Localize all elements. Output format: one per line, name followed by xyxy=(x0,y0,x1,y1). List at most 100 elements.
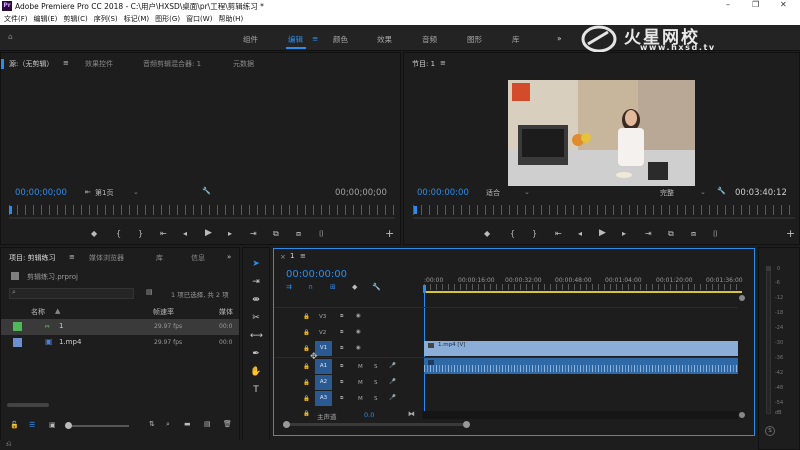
program-timecode-current[interactable]: 00:00:00:00 xyxy=(417,188,469,198)
lock-icon[interactable]: 🔒 xyxy=(303,411,310,417)
column-media-header[interactable]: 媒体 xyxy=(219,307,233,317)
ripple-edit-tool-icon[interactable]: ⇼ xyxy=(250,295,262,305)
workspace-menu-icon[interactable]: ≡ xyxy=(312,34,318,43)
tab-audio-clip-mixer[interactable]: 音频剪辑混合器: 1 xyxy=(143,59,201,69)
menu-graphics[interactable]: 图形(G) xyxy=(155,14,180,24)
sync-lock-icon[interactable]: ⧈ xyxy=(340,379,344,386)
workspace-graphics[interactable]: 图形 xyxy=(467,34,482,45)
workspace-libraries[interactable]: 库 xyxy=(512,34,520,45)
workspace-assembly[interactable]: 组件 xyxy=(243,34,258,45)
marker-icon[interactable]: ◆ xyxy=(91,229,97,238)
add-marker-icon[interactable]: ◆ xyxy=(352,283,357,291)
mute-button[interactable]: M xyxy=(358,364,363,370)
marker-icon[interactable]: ◆ xyxy=(484,229,490,238)
go-to-in-icon[interactable]: ⇤ xyxy=(555,229,562,238)
snap-icon[interactable]: ∩ xyxy=(308,283,313,291)
sync-lock-icon[interactable]: ⧈ xyxy=(340,313,344,320)
sync-lock-icon[interactable]: ⧈ xyxy=(340,345,344,352)
lock-icon[interactable]: 🔒 xyxy=(303,364,310,370)
solo-button[interactable]: S xyxy=(374,364,378,370)
item-name[interactable]: 1.mp4 xyxy=(59,338,81,346)
track-label-a1[interactable]: A1 xyxy=(315,359,332,374)
search-input[interactable] xyxy=(9,288,134,299)
lock-icon[interactable]: 🔒 xyxy=(303,314,310,320)
chevron-down-icon[interactable]: ⌄ xyxy=(700,188,706,196)
hand-tool-icon[interactable]: ✋ xyxy=(250,367,262,377)
minimize-button[interactable]: – xyxy=(726,0,730,9)
maximize-button[interactable]: ❐ xyxy=(752,0,759,9)
menu-window[interactable]: 窗口(W) xyxy=(186,14,212,24)
sort-icon[interactable]: ⇅ xyxy=(149,420,155,428)
workspace-editing[interactable]: 编辑 xyxy=(288,34,303,45)
camera-icon[interactable]: ⌷ xyxy=(713,229,718,239)
program-zoom-bar[interactable] xyxy=(413,217,795,219)
track-label-a3[interactable]: A3 xyxy=(315,391,332,406)
nest-toggle-icon[interactable]: ⇉ xyxy=(286,283,292,291)
source-go-to-prev-icon[interactable]: ⇤ xyxy=(85,188,91,196)
horizontal-scrollbar[interactable] xyxy=(7,403,49,407)
workspace-color[interactable]: 颜色 xyxy=(333,34,348,45)
lock-icon[interactable]: 🔒 xyxy=(303,330,310,336)
menu-clip[interactable]: 剪辑(C) xyxy=(63,14,87,24)
go-to-end-icon[interactable]: ⧓ xyxy=(408,410,415,418)
list-item[interactable]: ⧦ 1 29.97 fps 00:0 xyxy=(1,319,239,335)
insert-icon[interactable]: ⧉ xyxy=(273,229,279,239)
go-to-in-icon[interactable]: ⇤ xyxy=(160,229,167,238)
close-button[interactable]: ✕ xyxy=(780,0,787,9)
sync-lock-icon[interactable]: ⧈ xyxy=(340,363,344,370)
program-quality-dropdown[interactable]: 完整 xyxy=(660,188,674,198)
lift-icon[interactable]: ⧉ xyxy=(668,229,674,239)
source-time-ruler[interactable] xyxy=(9,205,395,215)
lock-icon[interactable]: 🔒 xyxy=(303,346,310,352)
track-label-v2[interactable]: V2 xyxy=(319,330,326,336)
tab-program[interactable]: 节目: 1 xyxy=(412,59,435,69)
list-view-icon[interactable]: ☰ xyxy=(29,421,35,429)
menu-marker[interactable]: 标记(M) xyxy=(124,14,150,24)
sync-lock-icon[interactable]: ⧈ xyxy=(340,395,344,402)
eye-icon[interactable]: ◉ xyxy=(356,329,361,335)
source-playhead[interactable] xyxy=(9,206,12,214)
program-time-ruler[interactable] xyxy=(413,205,795,215)
project-tab-menu-icon[interactable]: ≡ xyxy=(69,253,75,261)
source-tab-menu-icon[interactable]: ≡ xyxy=(63,59,69,67)
tab-effect-controls[interactable]: 效果控件 xyxy=(85,59,113,69)
workspace-effects[interactable]: 效果 xyxy=(377,34,392,45)
play-icon[interactable]: ▶ xyxy=(205,228,212,238)
eye-icon[interactable]: ◉ xyxy=(356,313,361,319)
column-framerate-header[interactable]: 帧速率 xyxy=(153,307,174,317)
more-tabs-icon[interactable]: » xyxy=(227,253,231,261)
work-area-bar[interactable] xyxy=(424,291,742,293)
track-label-v3[interactable]: V3 xyxy=(319,314,326,320)
add-button-icon[interactable]: + xyxy=(786,227,795,240)
lock-icon[interactable]: 🔒 xyxy=(303,396,310,402)
menu-file[interactable]: 文件(F) xyxy=(4,14,28,24)
microphone-icon[interactable]: 🎤 xyxy=(389,363,396,369)
new-bin-icon[interactable]: ▬ xyxy=(184,420,191,428)
overwrite-icon[interactable]: ⧈ xyxy=(296,229,301,239)
status-info-icon[interactable]: ⎌ xyxy=(6,440,12,449)
zoom-slider[interactable] xyxy=(65,425,129,427)
mark-out-icon[interactable]: } xyxy=(138,229,143,238)
eye-icon[interactable]: ◉ xyxy=(356,345,361,351)
track-select-tool-icon[interactable]: ⇥ xyxy=(250,277,262,287)
pen-tool-icon[interactable]: ✒ xyxy=(250,349,262,359)
mark-in-icon[interactable]: { xyxy=(510,229,515,238)
menu-sequence[interactable]: 序列(S) xyxy=(94,14,118,24)
tab-media-browser[interactable]: 媒体浏览器 xyxy=(89,253,124,263)
wrench-icon[interactable]: 🔧 xyxy=(202,187,211,195)
program-fit-dropdown[interactable]: 适合 xyxy=(486,188,500,198)
timeline-playhead[interactable] xyxy=(423,285,426,293)
go-to-out-icon[interactable]: ⇥ xyxy=(645,229,652,238)
slip-tool-icon[interactable]: ⟷ xyxy=(250,331,263,341)
chevron-down-icon[interactable]: ⌄ xyxy=(133,188,139,196)
mark-in-icon[interactable]: { xyxy=(116,229,121,238)
item-name[interactable]: 1 xyxy=(59,322,63,330)
new-search-bin-icon[interactable]: ▤ xyxy=(146,288,153,296)
vertical-scroll-handle[interactable] xyxy=(739,412,745,418)
close-tab-icon[interactable]: × xyxy=(280,253,286,261)
list-item[interactable]: ▣ 1.mp4 29.97 fps 00:0 xyxy=(1,335,239,351)
mute-button[interactable]: M xyxy=(358,380,363,386)
vertical-scroll-handle[interactable] xyxy=(739,295,745,301)
selection-tool-icon[interactable]: ➤ xyxy=(250,259,262,269)
play-icon[interactable]: ▶ xyxy=(599,228,606,238)
